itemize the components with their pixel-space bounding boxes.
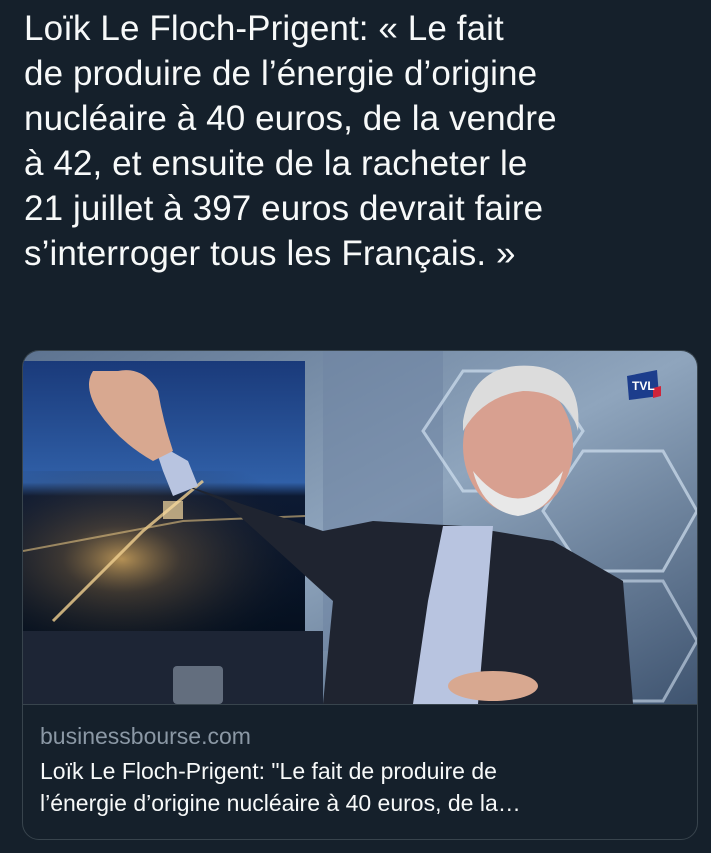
- channel-logo: TVL: [623, 366, 663, 404]
- link-domain: businessbourse.com: [40, 723, 251, 749]
- link-preview-meta[interactable]: businessbourse.com Loïk Le Floch-Prigent…: [23, 704, 697, 839]
- tweet-text: Loïk Le Floch-Prigent: « Le fait de prod…: [24, 9, 557, 273]
- studio-photo: [23, 351, 697, 704]
- link-preview-image[interactable]: TVL: [23, 351, 697, 704]
- link-title: Loïk Le Floch-Prigent: "Le fait de produ…: [40, 758, 521, 816]
- svg-text:TVL: TVL: [632, 379, 655, 393]
- link-preview-card[interactable]: TVL businessbourse.com Loïk Le Floch-Pri…: [22, 350, 698, 840]
